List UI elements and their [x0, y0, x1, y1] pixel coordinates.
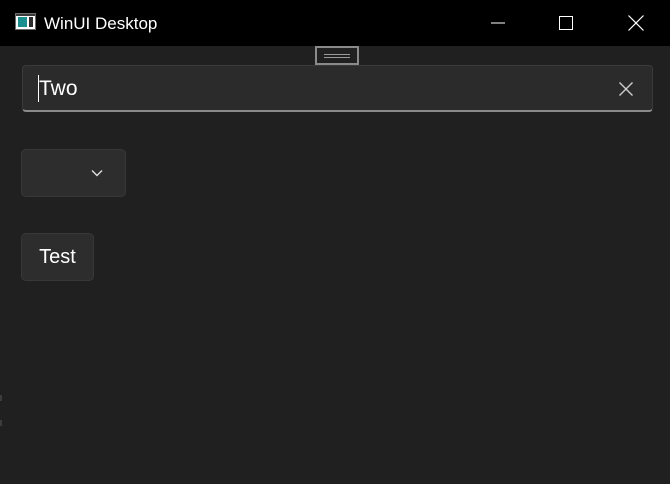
- drag-handle-icon[interactable]: [315, 46, 359, 65]
- app-window-icon: [15, 13, 36, 30]
- window-title: WinUI Desktop: [44, 14, 158, 33]
- window-edge-mark: [0, 395, 2, 401]
- combo-box[interactable]: [21, 149, 126, 197]
- title-bar[interactable]: WinUI Desktop: [0, 0, 670, 46]
- minimize-button[interactable]: [463, 0, 533, 46]
- chevron-down-icon: [91, 170, 103, 177]
- clear-x-icon: [619, 82, 633, 96]
- clear-button[interactable]: [614, 77, 638, 101]
- maximize-button[interactable]: [531, 0, 601, 46]
- test-button[interactable]: Test: [21, 233, 94, 281]
- close-icon: [628, 15, 644, 31]
- text-input[interactable]: Two: [22, 65, 653, 112]
- window-edge-mark: [0, 420, 2, 426]
- minimize-icon: [491, 22, 505, 24]
- text-input-value: Two: [39, 77, 78, 100]
- close-button[interactable]: [601, 0, 670, 46]
- maximize-icon: [559, 16, 573, 30]
- app-window: WinUI Desktop Two Test: [0, 0, 670, 484]
